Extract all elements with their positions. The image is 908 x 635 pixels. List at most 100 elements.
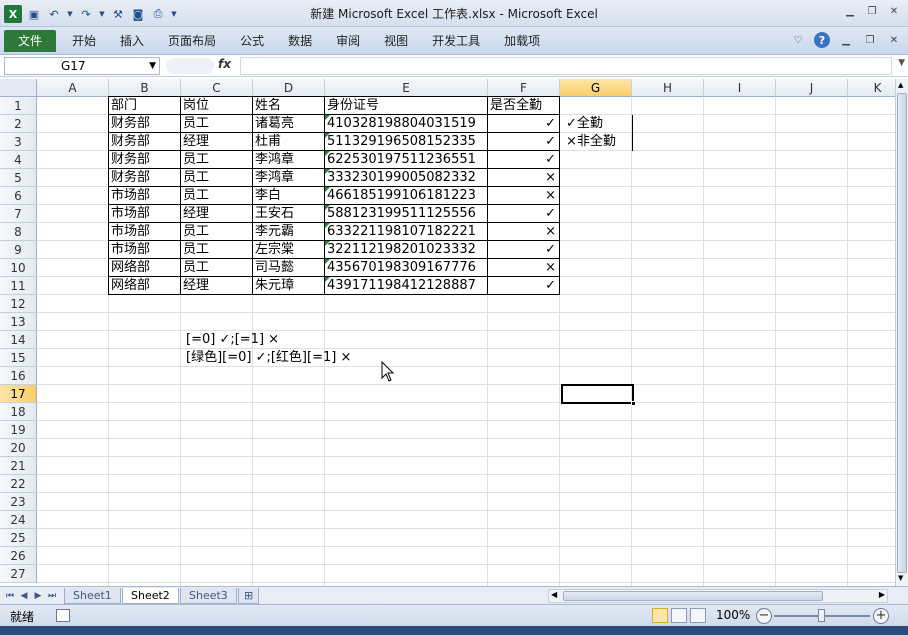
row-header-15[interactable]: 15	[0, 349, 37, 367]
row-header-3[interactable]: 3	[0, 133, 37, 151]
scroll-up-icon[interactable]: ▲	[898, 81, 903, 89]
zoom-out-icon[interactable]: −	[756, 608, 772, 624]
tab-addins[interactable]: 加载项	[492, 30, 552, 52]
tab-review[interactable]: 审阅	[324, 30, 372, 52]
row-header-25[interactable]: 25	[0, 529, 37, 547]
page-break-view-icon[interactable]	[690, 608, 706, 623]
name-box-dropdown-icon[interactable]: ▼	[149, 58, 156, 74]
macro-record-icon[interactable]	[56, 609, 70, 622]
row-header-18[interactable]: 18	[0, 403, 37, 421]
row-header-21[interactable]: 21	[0, 457, 37, 475]
horizontal-scroll-thumb[interactable]	[563, 591, 823, 601]
name-box[interactable]: G17 ▼	[4, 57, 160, 75]
next-sheet-icon[interactable]: ▶	[32, 589, 44, 603]
row-header-12[interactable]: 12	[0, 295, 37, 313]
tab-home[interactable]: 开始	[60, 30, 108, 52]
scroll-down-icon[interactable]: ▼	[898, 574, 903, 582]
vertical-scroll-thumb[interactable]	[897, 93, 907, 573]
row-header-8[interactable]: 8	[0, 223, 37, 241]
formula-input[interactable]	[240, 57, 892, 75]
zoom-slider-knob[interactable]	[818, 609, 825, 622]
gridline-horizontal	[37, 366, 895, 367]
insert-sheet-icon[interactable]: ⊞	[238, 588, 260, 604]
column-header-c[interactable]: C	[181, 79, 253, 97]
zoom-level[interactable]: 100%	[716, 608, 750, 622]
column-header-b[interactable]: B	[109, 79, 181, 97]
workbook-restore-icon[interactable]: ❐	[862, 33, 878, 47]
row-header-23[interactable]: 23	[0, 493, 37, 511]
ribbon: 文件 开始 插入 页面布局 公式 数据 审阅 视图 开发工具 加载项 ♡ ? ▁…	[0, 27, 908, 55]
formula-bar-resize-handle[interactable]	[166, 58, 214, 74]
sheet-tab-3[interactable]: Sheet3	[180, 588, 237, 604]
tab-view[interactable]: 视图	[372, 30, 420, 52]
column-header-e[interactable]: E	[325, 79, 488, 97]
select-all-corner[interactable]	[0, 79, 37, 97]
name-box-value: G17	[61, 59, 86, 73]
column-header-h[interactable]: H	[632, 79, 704, 97]
row-header-6[interactable]: 6	[0, 187, 37, 205]
tab-data[interactable]: 数据	[276, 30, 324, 52]
legend-absent[interactable]: ×非全勤	[564, 133, 616, 151]
active-cell-selection[interactable]	[561, 384, 634, 404]
row-header-20[interactable]: 20	[0, 439, 37, 457]
row-header-24[interactable]: 24	[0, 511, 37, 529]
column-header-f[interactable]: F	[488, 79, 560, 97]
help-icon[interactable]: ?	[814, 32, 830, 48]
row-header-10[interactable]: 10	[0, 259, 37, 277]
column-header-g[interactable]: G	[560, 79, 632, 97]
column-header-i[interactable]: I	[704, 79, 776, 97]
horizontal-scrollbar[interactable]: ◀ ▶	[548, 589, 888, 603]
sheet-tab-2[interactable]: Sheet2	[122, 588, 179, 604]
fill-handle[interactable]	[631, 401, 636, 406]
gridline-horizontal	[37, 384, 895, 385]
row-header-13[interactable]: 13	[0, 313, 37, 331]
row-header-2[interactable]: 2	[0, 115, 37, 133]
legend-present[interactable]: ✓全勤	[564, 115, 603, 133]
insert-function-icon[interactable]: fx	[218, 57, 231, 71]
page-layout-view-icon[interactable]	[671, 608, 687, 623]
row-header-1[interactable]: 1	[0, 97, 37, 115]
tab-insert[interactable]: 插入	[108, 30, 156, 52]
tab-file[interactable]: 文件	[4, 30, 57, 52]
row-header-9[interactable]: 9	[0, 241, 37, 259]
gridline-horizontal	[37, 564, 895, 565]
minimize-ribbon-icon[interactable]: ♡	[790, 33, 806, 47]
column-header-d[interactable]: D	[253, 79, 325, 97]
row-header-26[interactable]: 26	[0, 547, 37, 565]
scroll-right-icon[interactable]: ▶	[879, 590, 885, 599]
column-header-j[interactable]: J	[776, 79, 848, 97]
normal-view-icon[interactable]	[652, 608, 668, 623]
tab-formulas[interactable]: 公式	[228, 30, 276, 52]
row-header-11[interactable]: 11	[0, 277, 37, 295]
tab-page-layout[interactable]: 页面布局	[156, 30, 228, 52]
expand-formula-bar-icon[interactable]: ▼	[898, 58, 905, 68]
vertical-scrollbar[interactable]: ▲ ▼	[895, 79, 908, 586]
row-header-22[interactable]: 22	[0, 475, 37, 493]
column-header-k[interactable]: K	[848, 79, 895, 97]
row-header-4[interactable]: 4	[0, 151, 37, 169]
prev-sheet-icon[interactable]: ◀	[18, 589, 30, 603]
zoom-in-icon[interactable]: +	[873, 608, 889, 624]
close-icon[interactable]: ✕	[886, 4, 902, 18]
tab-developer[interactable]: 开发工具	[420, 30, 492, 52]
format-note-basic[interactable]: [=0] ✓;[=1] ×	[184, 331, 279, 349]
row-header-16[interactable]: 16	[0, 367, 37, 385]
row-header-7[interactable]: 7	[0, 205, 37, 223]
workbook-close-icon[interactable]: ✕	[886, 33, 902, 47]
row-header-14[interactable]: 14	[0, 331, 37, 349]
last-sheet-icon[interactable]: ⏭	[46, 589, 58, 603]
row-header-17[interactable]: 17	[0, 385, 37, 403]
restore-icon[interactable]: ❐	[864, 4, 880, 18]
row-header-19[interactable]: 19	[0, 421, 37, 439]
scroll-left-icon[interactable]: ◀	[551, 590, 557, 599]
table-border	[108, 96, 560, 295]
workbook-minimize-icon[interactable]: ▁	[838, 33, 854, 47]
minimize-icon[interactable]: ▁	[842, 4, 858, 18]
row-header-27[interactable]: 27	[0, 565, 37, 583]
worksheet-grid[interactable]: ABCDEFGHIJK 1 2 3 4 5 6 7 8 9 10 11 12 13 14 15 16 17 18 1…	[0, 79, 895, 586]
format-note-colored[interactable]: [绿色][=0] ✓;[红色][=1] ×	[184, 349, 351, 367]
sheet-tab-1[interactable]: Sheet1	[64, 588, 121, 604]
first-sheet-icon[interactable]: ⏮	[4, 589, 16, 603]
row-header-5[interactable]: 5	[0, 169, 37, 187]
column-header-a[interactable]: A	[37, 79, 109, 97]
